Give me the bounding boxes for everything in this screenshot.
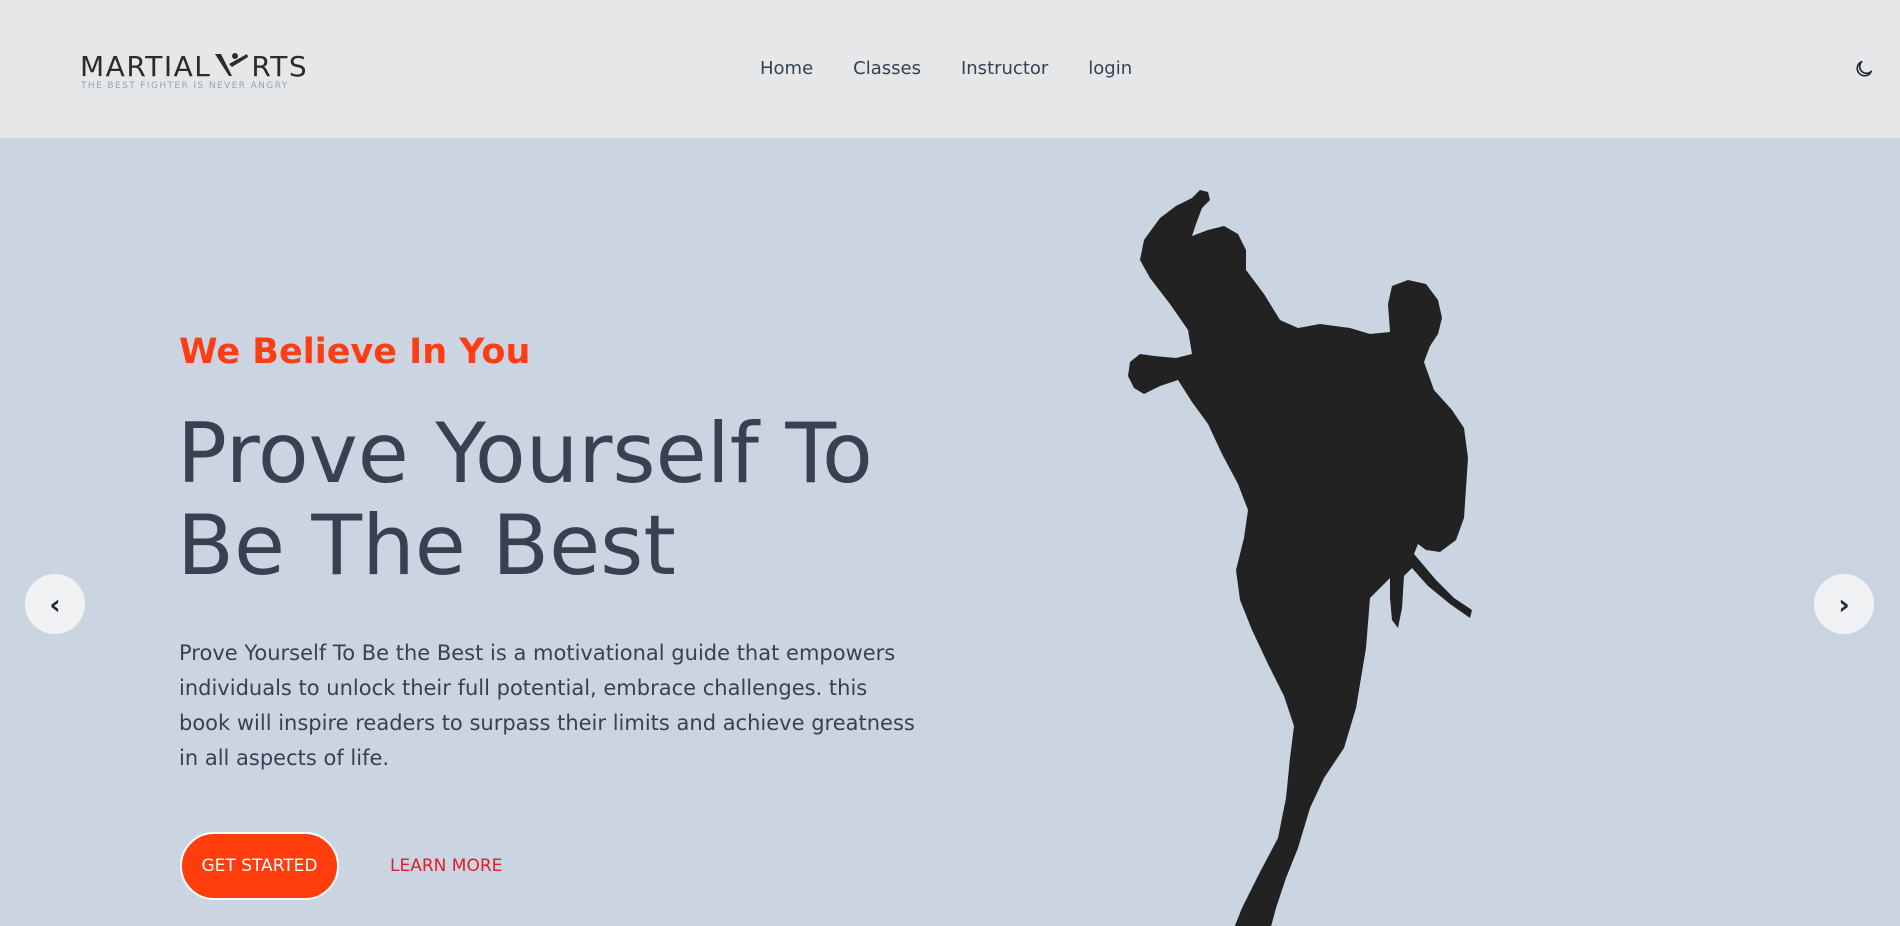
carousel-prev-button[interactable]: ‹ (25, 574, 85, 634)
logo-wordmark: MARTIAL RTS (80, 50, 308, 83)
theme-toggle-button[interactable] (1853, 58, 1875, 80)
logo-tagline: THE BEST FIGHTER IS NEVER ANGRY (81, 81, 289, 91)
karate-kick-silhouette (1128, 190, 1472, 926)
kicking-figure-icon (215, 53, 249, 76)
chevron-right-icon: › (1838, 587, 1850, 621)
chevron-left-icon: ‹ (49, 587, 61, 621)
carousel-next-button[interactable]: › (1814, 574, 1874, 634)
logo-text-left: MARTIAL (80, 50, 212, 83)
navbar: MARTIAL RTS THE BEST FIGHTER IS NEVER AN… (0, 0, 1900, 138)
main-nav: Home Classes Instructor login (760, 58, 1172, 79)
nav-classes[interactable]: Classes (853, 58, 921, 79)
moon-icon (1856, 60, 1873, 77)
get-started-button[interactable]: GET STARTED (180, 832, 339, 900)
nav-instructor[interactable]: Instructor (961, 58, 1048, 79)
nav-login[interactable]: login (1088, 58, 1132, 79)
nav-home[interactable]: Home (760, 58, 813, 79)
hero-carousel: We Believe In You Prove Yourself To Be T… (0, 138, 1900, 926)
logo-text-right: RTS (251, 50, 309, 83)
learn-more-link[interactable]: LEARN MORE (390, 856, 502, 876)
hero-headline: Prove Yourself To Be The Best (177, 405, 873, 594)
hero-eyebrow: We Believe In You (179, 332, 531, 372)
brand-logo[interactable]: MARTIAL RTS THE BEST FIGHTER IS NEVER AN… (80, 48, 307, 92)
hero-description: Prove Yourself To Be the Best is a motiv… (179, 641, 915, 770)
